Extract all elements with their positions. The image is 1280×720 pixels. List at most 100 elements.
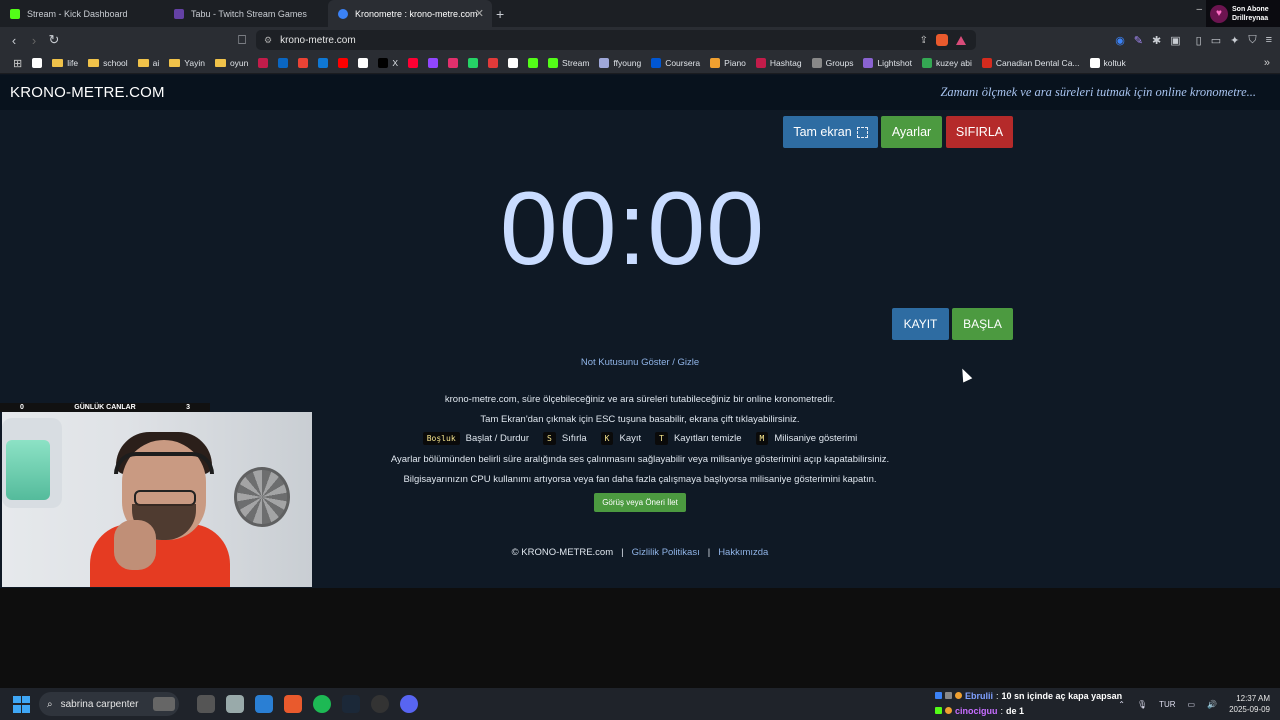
bookmark-item[interactable]: life (47, 58, 83, 68)
windows-start-icon[interactable] (13, 695, 30, 713)
new-tab-button[interactable]: + (496, 6, 504, 22)
bookmark-label: Hashtag (769, 58, 802, 68)
bookmark-item[interactable]: Hashtag (751, 58, 807, 68)
bookmark-icon[interactable]: ⎕ (232, 32, 252, 48)
more-bookmarks-icon[interactable]: » (1264, 57, 1270, 69)
bookmark-label: Stream (562, 58, 590, 68)
piano-icon (710, 58, 721, 68)
photos-icon[interactable] (255, 695, 273, 713)
toggle-notes-link[interactable]: Not Kutusunu Göster / Gizle (0, 357, 1280, 368)
bookmark-item[interactable]: Canadian Dental Ca... (977, 58, 1085, 68)
start-button[interactable]: BAŞLA (952, 308, 1013, 340)
taskbar-search[interactable]: ⌕ sabrina carpenter (39, 692, 179, 716)
bookmark-item[interactable]: Piano (705, 58, 751, 68)
bookmark-item[interactable]: ai (133, 58, 165, 68)
back-icon[interactable]: ‹ (4, 33, 24, 48)
vpn-icon[interactable]: ⛉ (1248, 34, 1256, 47)
close-tab-icon[interactable]: ✕ (475, 7, 484, 20)
bookmark-item[interactable] (293, 58, 313, 68)
leo-ai-icon[interactable]: ✦ (1230, 34, 1239, 47)
overlay-line1: Son Abone (1232, 5, 1269, 13)
bookmark-label: Groups (825, 58, 854, 68)
network-icon[interactable]: ▭ (1188, 700, 1196, 709)
share-icon[interactable]: ⇪ (920, 35, 928, 46)
notepad-icon[interactable] (226, 695, 244, 713)
obs-icon[interactable] (371, 695, 389, 713)
lives-left-count: 0 (20, 404, 24, 411)
reload-icon[interactable]: ↻ (44, 32, 64, 48)
bookmark-item[interactable] (353, 58, 373, 68)
bookmark-label: ffyoung (613, 58, 642, 68)
brave-rewards-icon[interactable] (956, 35, 966, 45)
timer-display[interactable]: 00:00 (0, 170, 1265, 289)
bookmark-item[interactable]: Stream (543, 58, 594, 68)
bookmark-item[interactable] (423, 58, 443, 68)
minimize-icon[interactable]: – (1196, 4, 1202, 15)
x-icon (378, 58, 389, 68)
task-view-icon[interactable] (197, 695, 215, 713)
reset-button[interactable]: SIFIRLA (946, 116, 1013, 148)
clock[interactable]: 12:37 AM 2025-09-09 (1229, 693, 1270, 715)
bookmark-item[interactable] (273, 58, 293, 68)
bookmark-item[interactable]: kuzey abi (917, 58, 977, 68)
feedback-button[interactable]: Görüş veya Öneri İlet (594, 493, 686, 512)
tab-tabu-twitch[interactable]: Tabu - Twitch Stream Games (164, 0, 328, 27)
site-logo[interactable]: KRONO-METRE.COM (10, 84, 165, 101)
badge-icon (955, 692, 962, 699)
steam-icon[interactable] (342, 695, 360, 713)
bookmark-item[interactable] (443, 58, 463, 68)
discord-icon[interactable] (400, 695, 418, 713)
clock-date: 2025-09-09 (1229, 705, 1270, 714)
bookmark-item[interactable] (463, 58, 483, 68)
tray-chevron-icon[interactable]: ⌃ (1118, 700, 1125, 709)
tab-kronometre[interactable]: Kronometre : krono-metre.com ✕ (328, 0, 492, 27)
forward-icon[interactable]: › (24, 33, 44, 48)
site-info-icon[interactable]: ⚙ (264, 35, 272, 46)
bookmark-item[interactable] (523, 58, 543, 68)
bookmark-label: Piano (724, 58, 746, 68)
badge-icon (945, 707, 952, 714)
bookmark-item[interactable]: Groups (807, 58, 859, 68)
screenshot-icon[interactable]: ▣ (1170, 34, 1180, 47)
settings-button[interactable]: Ayarlar (881, 116, 942, 148)
bookmark-item[interactable] (503, 58, 523, 68)
bookmark-item[interactable]: Lightshot (858, 58, 917, 68)
language-indicator[interactable]: TUR (1159, 700, 1175, 709)
bookmark-item[interactable]: koltuk (1085, 58, 1131, 68)
sidebar-icon[interactable]: ▯ (1196, 34, 1202, 47)
apps-grid-icon[interactable]: ⊞ (8, 57, 27, 70)
spotify-icon[interactable] (313, 695, 331, 713)
volume-icon[interactable]: 🔊 (1207, 700, 1217, 709)
bookmark-item[interactable] (483, 58, 503, 68)
fullscreen-button[interactable]: Tam ekran (783, 116, 878, 148)
wallet-icon[interactable]: ▭ (1211, 34, 1221, 47)
bookmark-item[interactable]: Yayin (164, 58, 210, 68)
brave-shields-icon[interactable] (936, 34, 948, 46)
footer-separator: | (621, 547, 624, 558)
audio-extension-icon[interactable]: ◉ (1115, 34, 1125, 47)
brave-browser-icon[interactable] (284, 695, 302, 713)
extensions-icon[interactable]: ✱ (1152, 34, 1161, 47)
bookmark-item[interactable]: oyun (210, 58, 253, 68)
bookmark-item[interactable]: school (83, 58, 133, 68)
bookmark-item[interactable] (403, 58, 423, 68)
pen-extension-icon[interactable]: ✎ (1134, 34, 1143, 47)
menu-icon[interactable]: ≡ (1266, 34, 1272, 47)
shortcut-key: S (543, 432, 556, 445)
microphone-icon[interactable]: 🎙 (1137, 700, 1147, 709)
address-bar[interactable]: ⚙ krono-metre.com ⇪ (256, 30, 976, 50)
bookmark-item[interactable] (27, 58, 47, 68)
privacy-link[interactable]: Gizlilik Politikası (632, 547, 700, 558)
maple-icon (981, 58, 992, 68)
browser-tab-bar: Stream - Kick Dashboard Tabu - Twitch St… (0, 0, 1280, 27)
bookmark-item[interactable]: X (373, 58, 403, 68)
bookmark-item[interactable]: ffyoung (594, 58, 646, 68)
chat-separator: : (1000, 705, 1004, 716)
about-link[interactable]: Hakkımızda (718, 547, 768, 558)
record-button[interactable]: KAYIT (892, 308, 949, 340)
bookmark-item[interactable] (253, 58, 273, 68)
tab-kick-dashboard[interactable]: Stream - Kick Dashboard (0, 0, 164, 27)
bookmark-item[interactable]: Coursera (646, 58, 705, 68)
bookmark-item[interactable] (313, 58, 333, 68)
bookmark-item[interactable] (333, 58, 353, 68)
